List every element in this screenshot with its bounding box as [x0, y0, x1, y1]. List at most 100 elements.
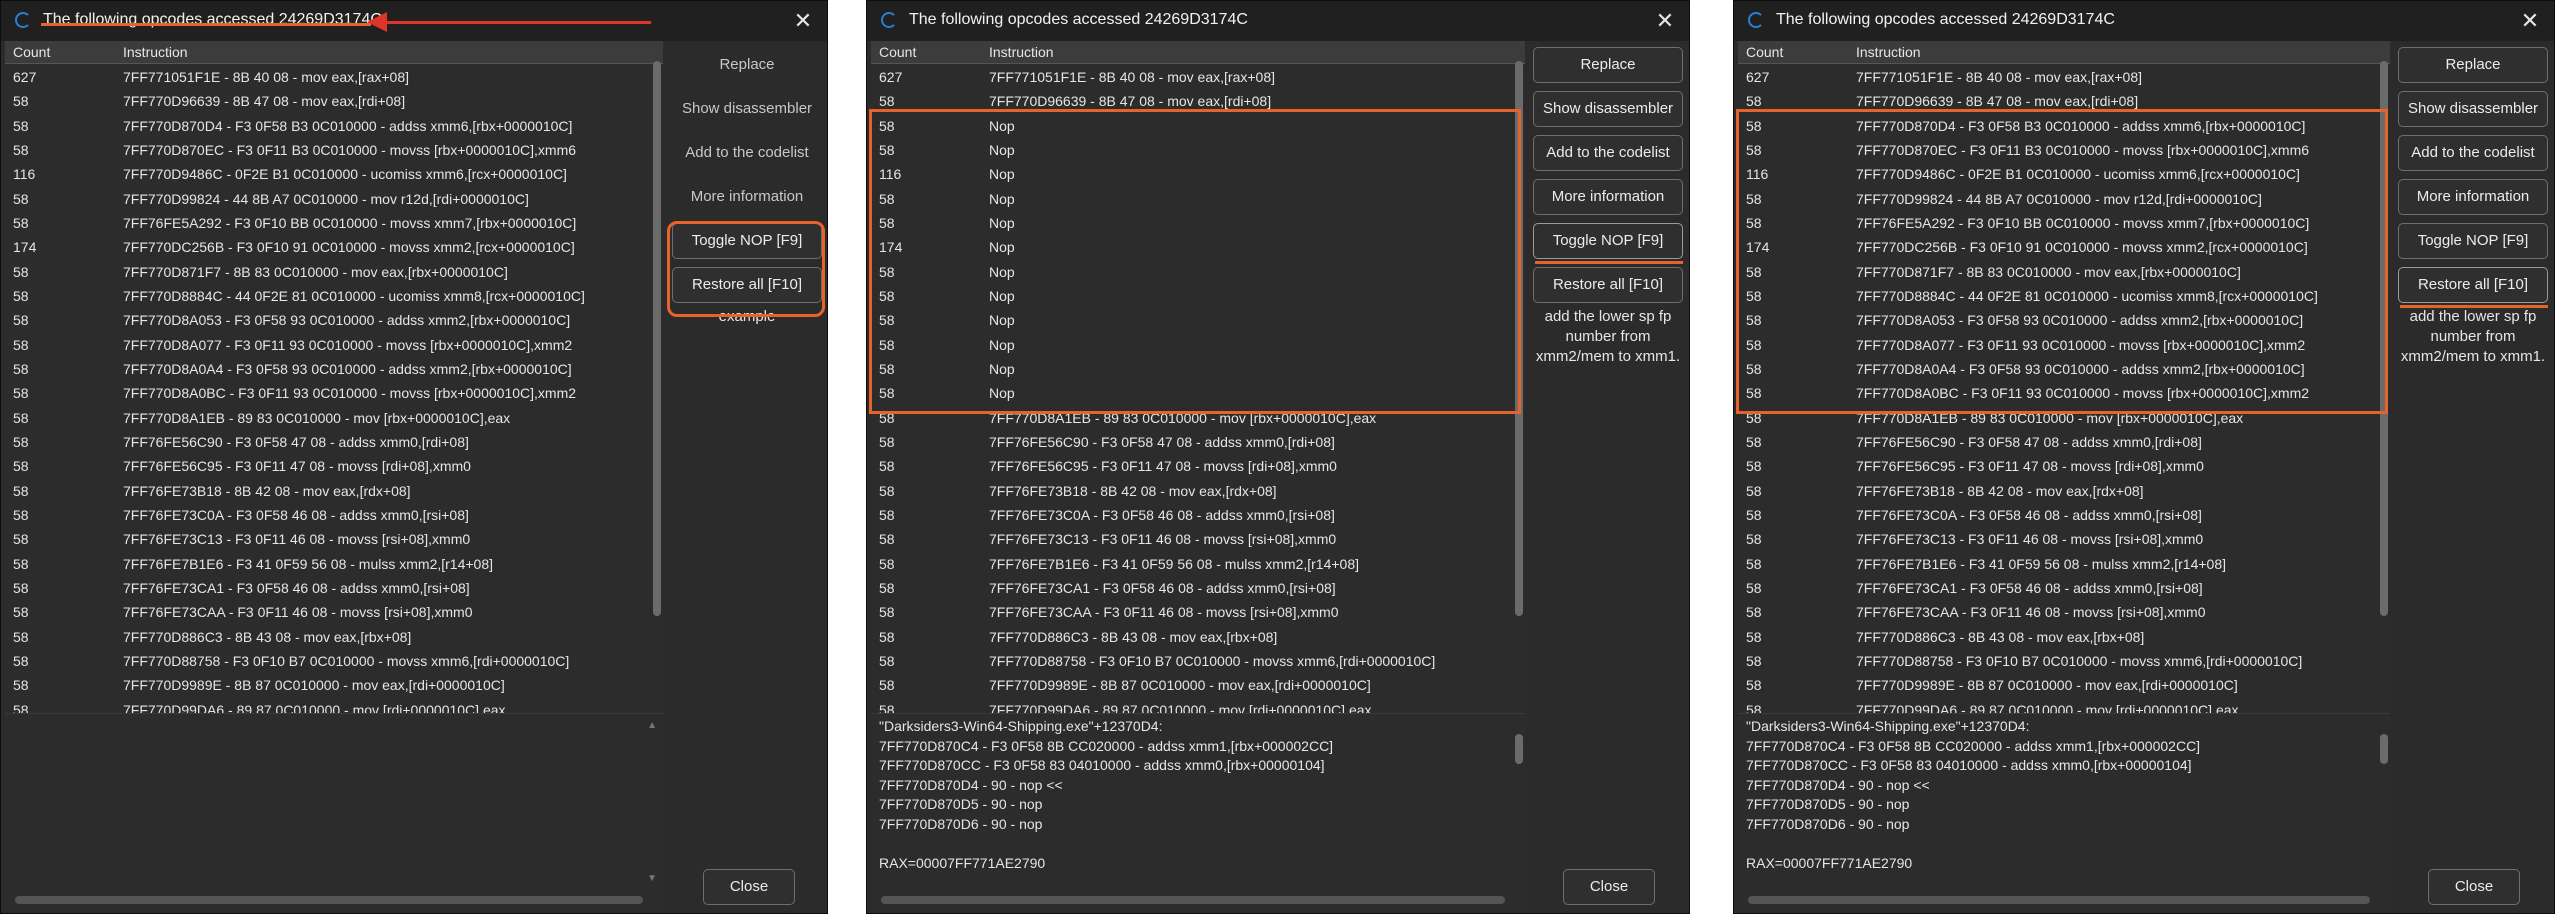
table-row[interactable]: 58 7FF770D870D4 - F3 0F58 B3 0C010000 - a…: [5, 114, 663, 138]
show-disassembler-button[interactable]: Show disassembler: [1533, 91, 1683, 127]
disassembly-scrollbar[interactable]: [2380, 734, 2388, 764]
disassembly-hscrollbar[interactable]: [881, 896, 1505, 904]
table-row[interactable]: 58 7FF76FE5A292 - F3 0F10 BB 0C010000 - m…: [1738, 211, 2390, 235]
table-row[interactable]: 58 7FF770D886C3 - 8B 43 08 - mov eax,[rbx…: [871, 625, 1525, 649]
table-row[interactable]: 58 7FF770D88758 - F3 0F10 B7 0C010000 - m…: [1738, 649, 2390, 673]
title-bar[interactable]: The following opcodes accessed 24269D317…: [867, 1, 1689, 41]
close-icon[interactable]: ✕: [2518, 9, 2542, 33]
show-disassembler-button[interactable]: Show disassembler: [672, 91, 822, 127]
table-row[interactable]: 58 7FF76FE7B1E6 - F3 41 0F59 56 08 - muls…: [1738, 552, 2390, 576]
column-count[interactable]: Count: [13, 44, 50, 60]
column-count[interactable]: Count: [1746, 44, 1783, 60]
table-row[interactable]: 58 7FF76FE56C90 - F3 0F58 47 08 - addss x…: [871, 430, 1525, 454]
table-row[interactable]: 58 7FF76FE5A292 - F3 0F10 BB 0C010000 - m…: [5, 211, 663, 235]
table-row[interactable]: 58 7FF76FE73CA1 - F3 0F58 46 08 - addss x…: [871, 576, 1525, 600]
table-row[interactable]: 58 7FF76FE56C95 - F3 0F11 47 08 - movss […: [871, 454, 1525, 478]
table-row[interactable]: 58 7FF76FE73C0A - F3 0F58 46 08 - addss x…: [1738, 503, 2390, 527]
table-row[interactable]: 58 7FF76FE56C90 - F3 0F58 47 08 - addss x…: [1738, 430, 2390, 454]
table-row[interactable]: 58 7FF770D8884C - 44 0F2E 81 0C010000 - u…: [5, 284, 663, 308]
table-row[interactable]: 58 7FF770D96639 - 8B 47 08 - mov eax,[rdi…: [871, 89, 1525, 113]
column-instruction[interactable]: Instruction: [1856, 44, 1921, 60]
show-disassembler-button[interactable]: Show disassembler: [2398, 91, 2548, 127]
table-row[interactable]: 58 7FF76FE73C0A - F3 0F58 46 08 - addss x…: [871, 503, 1525, 527]
table-row[interactable]: 58 7FF770D8A077 - F3 0F11 93 0C010000 - m…: [5, 333, 663, 357]
table-row[interactable]: 58 7FF770D886C3 - 8B 43 08 - mov eax,[rbx…: [5, 625, 663, 649]
table-row[interactable]: 58 7FF76FE56C95 - F3 0F11 47 08 - movss […: [1738, 454, 2390, 478]
table-row[interactable]: 58 7FF770D99824 - 44 8B A7 0C010000 - mov…: [5, 187, 663, 211]
table-row[interactable]: 58 7FF770D870D4 - F3 0F58 B3 0C010000 - a…: [1738, 114, 2390, 138]
table-row[interactable]: 58 7FF770D9989E - 8B 87 0C010000 - mov ea…: [1738, 673, 2390, 697]
disassembly-hscrollbar[interactable]: [1748, 896, 2370, 904]
table-row[interactable]: 116 Nop: [871, 162, 1525, 186]
list-scrollbar[interactable]: [1515, 61, 1523, 616]
table-row[interactable]: 58 Nop: [871, 260, 1525, 284]
restore-all-button[interactable]: Restore all [F10]: [672, 267, 822, 303]
table-row[interactable]: 58 Nop: [871, 381, 1525, 405]
replace-button[interactable]: Replace: [1533, 47, 1683, 83]
table-row[interactable]: 58 7FF76FE56C95 - F3 0F11 47 08 - movss […: [5, 454, 663, 478]
table-row[interactable]: 58 7FF76FE73B18 - 8B 42 08 - mov eax,[rdx…: [1738, 479, 2390, 503]
table-row[interactable]: 58 Nop: [871, 333, 1525, 357]
table-row[interactable]: 58 7FF76FE7B1E6 - F3 41 0F59 56 08 - muls…: [871, 552, 1525, 576]
table-row[interactable]: 58 7FF76FE73CAA - F3 0F11 46 08 - movss […: [1738, 600, 2390, 624]
toggle-nop-button[interactable]: Toggle NOP [F9]: [1533, 223, 1683, 259]
table-row[interactable]: 58 Nop: [871, 284, 1525, 308]
list-scrollbar[interactable]: [2380, 61, 2388, 616]
disassembly-panel[interactable]: "Darksiders3-Win64-Shipping.exe"+12370D4…: [1738, 713, 2390, 910]
table-row[interactable]: 58 Nop: [871, 357, 1525, 381]
table-row[interactable]: 627 7FF771051F1E - 8B 40 08 - mov eax,[ra…: [1738, 65, 2390, 89]
close-button[interactable]: Close: [703, 869, 795, 905]
table-row[interactable]: 58 Nop: [871, 308, 1525, 332]
table-row[interactable]: 58 7FF770D88758 - F3 0F10 B7 0C010000 - m…: [5, 649, 663, 673]
disassembly-scrollbar[interactable]: [1515, 734, 1523, 764]
table-row[interactable]: 58 7FF770D8A0A4 - F3 0F58 93 0C010000 - a…: [1738, 357, 2390, 381]
opcode-list[interactable]: Count Instruction 627 7FF771051F1E - 8B 4…: [871, 41, 1525, 713]
table-row[interactable]: 58 7FF770D886C3 - 8B 43 08 - mov eax,[rbx…: [1738, 625, 2390, 649]
table-row[interactable]: 58 7FF770D88758 - F3 0F10 B7 0C010000 - m…: [871, 649, 1525, 673]
table-row[interactable]: 58 7FF770D8A1EB - 89 83 0C010000 - mov [r…: [1738, 406, 2390, 430]
restore-all-button[interactable]: Restore all [F10]: [1533, 267, 1683, 303]
table-row[interactable]: 58 7FF76FE56C90 - F3 0F58 47 08 - addss x…: [5, 430, 663, 454]
column-instruction[interactable]: Instruction: [123, 44, 188, 60]
table-row[interactable]: 58 7FF770D8A077 - F3 0F11 93 0C010000 - m…: [1738, 333, 2390, 357]
table-row[interactable]: 58 7FF770D99DA6 - 89 87 0C010000 - mov [r…: [1738, 698, 2390, 713]
table-row[interactable]: 174 7FF770DC256B - F3 0F10 91 0C010000 - …: [1738, 235, 2390, 259]
table-row[interactable]: 58 7FF770D871F7 - 8B 83 0C010000 - mov ea…: [1738, 260, 2390, 284]
table-row[interactable]: 116 7FF770D9486C - 0F2E B1 0C010000 - uco…: [1738, 162, 2390, 186]
table-row[interactable]: 58 7FF76FE7B1E6 - F3 41 0F59 56 08 - muls…: [5, 552, 663, 576]
title-bar[interactable]: The following opcodes accessed 24269D317…: [1734, 1, 2554, 41]
table-row[interactable]: 58 7FF770D96639 - 8B 47 08 - mov eax,[rdi…: [5, 89, 663, 113]
add-to-codelist-button[interactable]: Add to the codelist: [2398, 135, 2548, 171]
table-row[interactable]: 58 7FF76FE73B18 - 8B 42 08 - mov eax,[rdx…: [871, 479, 1525, 503]
table-row[interactable]: 58 7FF770D99DA6 - 89 87 0C010000 - mov [r…: [5, 698, 663, 713]
table-row[interactable]: 58 7FF76FE73CA1 - F3 0F58 46 08 - addss x…: [5, 576, 663, 600]
table-row[interactable]: 58 Nop: [871, 114, 1525, 138]
table-row[interactable]: 58 7FF770D8A1EB - 89 83 0C010000 - mov [r…: [5, 406, 663, 430]
list-scrollbar[interactable]: [653, 61, 661, 616]
table-row[interactable]: 58 7FF76FE73CAA - F3 0F11 46 08 - movss […: [871, 600, 1525, 624]
column-count[interactable]: Count: [879, 44, 916, 60]
table-row[interactable]: 58 7FF770D96639 - 8B 47 08 - mov eax,[rdi…: [1738, 89, 2390, 113]
table-row[interactable]: 58 7FF770D8A0BC - F3 0F11 93 0C010000 - m…: [1738, 381, 2390, 405]
table-row[interactable]: 174 Nop: [871, 235, 1525, 259]
close-button[interactable]: Close: [2428, 869, 2520, 905]
column-instruction[interactable]: Instruction: [989, 44, 1054, 60]
table-row[interactable]: 58 7FF76FE73CA1 - F3 0F58 46 08 - addss x…: [1738, 576, 2390, 600]
replace-button[interactable]: Replace: [672, 47, 822, 83]
table-row[interactable]: 58 7FF770D870EC - F3 0F11 B3 0C010000 - m…: [5, 138, 663, 162]
disassembly-hscrollbar[interactable]: [15, 896, 643, 904]
table-row[interactable]: 627 7FF771051F1E - 8B 40 08 - mov eax,[ra…: [5, 65, 663, 89]
add-to-codelist-button[interactable]: Add to the codelist: [1533, 135, 1683, 171]
table-row[interactable]: 58 7FF770D8A1EB - 89 83 0C010000 - mov [r…: [871, 406, 1525, 430]
more-information-button[interactable]: More information: [672, 179, 822, 215]
table-row[interactable]: 58 7FF770D8A053 - F3 0F58 93 0C010000 - a…: [1738, 308, 2390, 332]
table-row[interactable]: 58 7FF76FE73C13 - F3 0F11 46 08 - movss […: [871, 527, 1525, 551]
table-row[interactable]: 174 7FF770DC256B - F3 0F10 91 0C010000 - …: [5, 235, 663, 259]
table-row[interactable]: 116 7FF770D9486C - 0F2E B1 0C010000 - uco…: [5, 162, 663, 186]
close-button[interactable]: Close: [1563, 869, 1655, 905]
table-row[interactable]: 58 7FF770D8A0A4 - F3 0F58 93 0C010000 - a…: [5, 357, 663, 381]
table-row[interactable]: 58 7FF76FE73CAA - F3 0F11 46 08 - movss […: [5, 600, 663, 624]
table-row[interactable]: 58 7FF770D8A053 - F3 0F58 93 0C010000 - a…: [5, 308, 663, 332]
disassembly-panel[interactable]: "Darksiders3-Win64-Shipping.exe"+12370D4…: [871, 713, 1525, 910]
scroll-down-arrow[interactable]: ▼: [647, 873, 657, 884]
